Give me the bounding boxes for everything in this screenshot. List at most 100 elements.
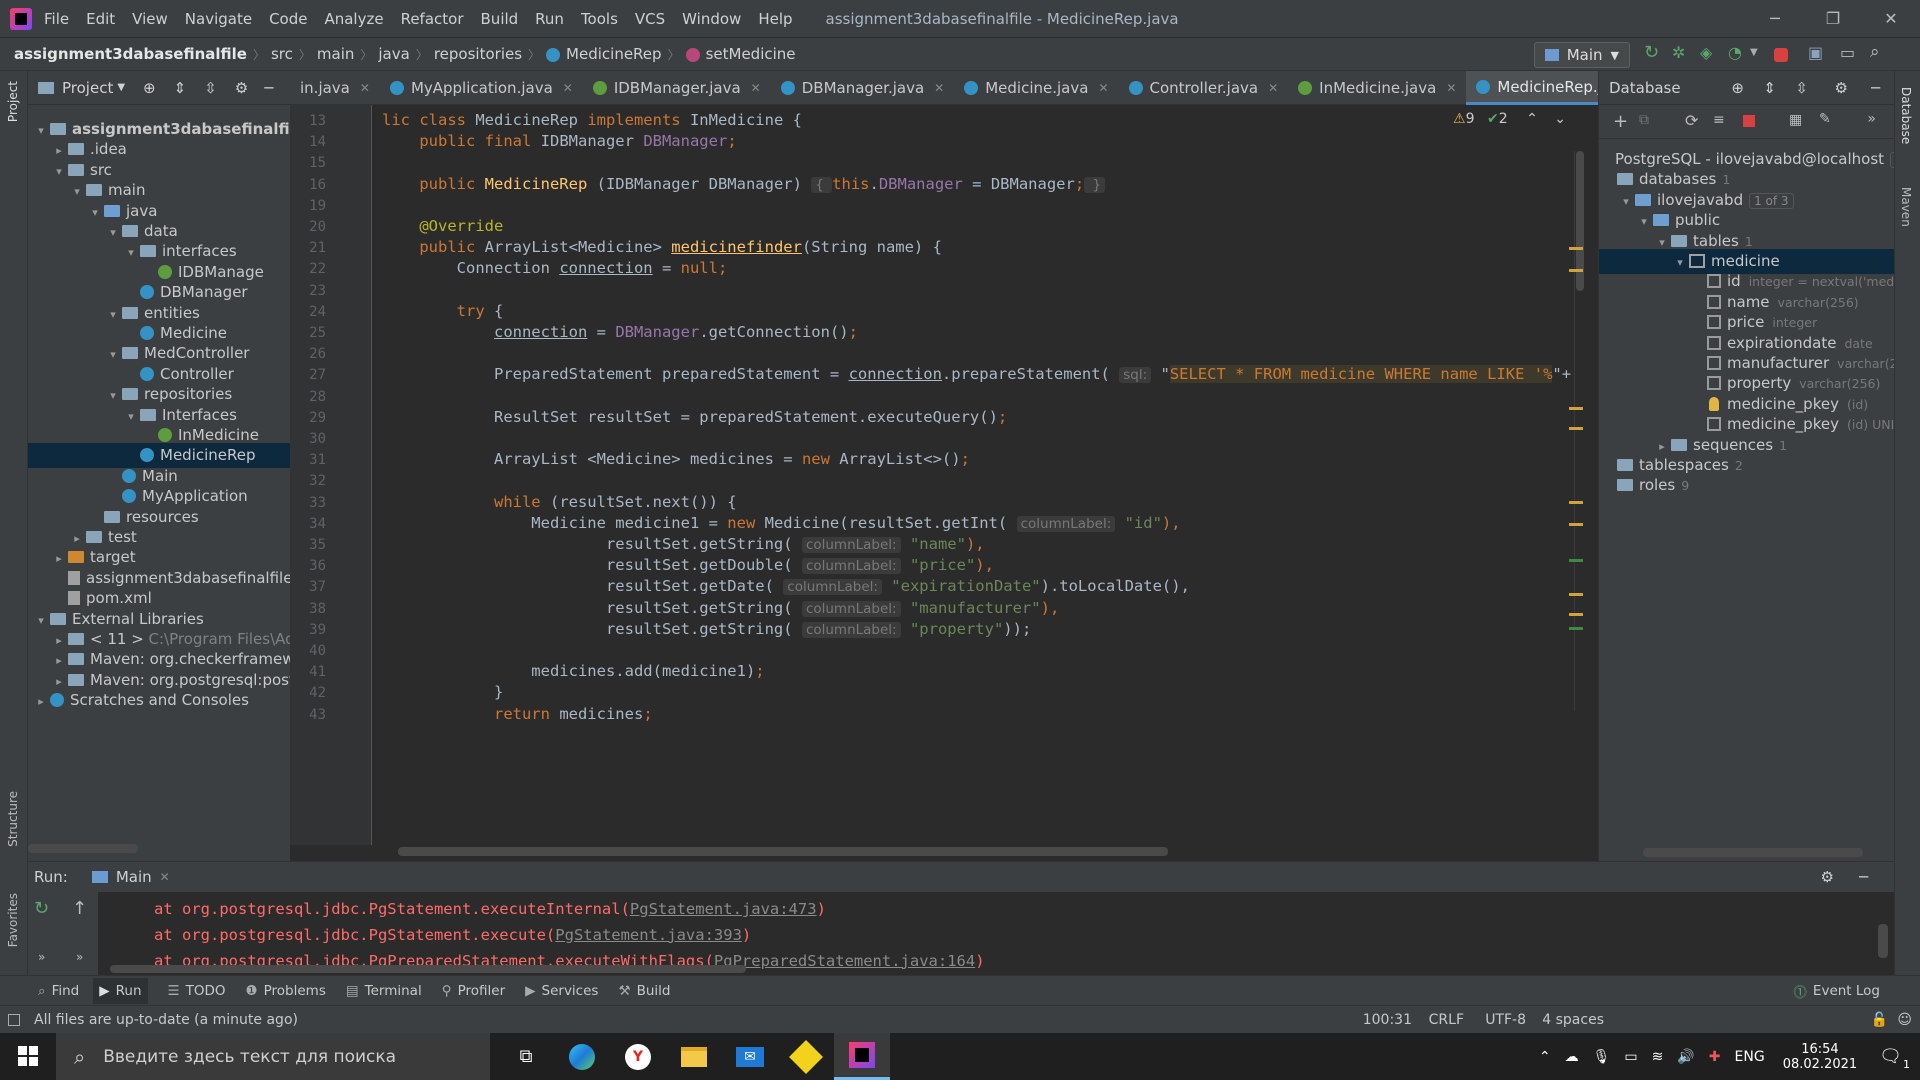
- problems-tool[interactable]: ❶ Problems: [246, 983, 326, 999]
- todo-tool[interactable]: ☰ TODO: [168, 983, 226, 999]
- debug-icon[interactable]: ✲: [1672, 43, 1692, 63]
- expand-all-icon[interactable]: ⇕: [174, 79, 187, 97]
- editor-tab[interactable]: Controller.java ✕: [1119, 71, 1289, 105]
- yandex-browser-icon[interactable]: Y: [610, 1033, 666, 1080]
- inspection-widget[interactable]: ⚠9 ✔2 ⌃ ⌄: [1453, 111, 1566, 127]
- close-tab-icon[interactable]: ✕: [1268, 81, 1278, 95]
- code-line[interactable]: Connection connection = null;: [382, 259, 728, 277]
- task-view-icon[interactable]: ⧉: [498, 1033, 554, 1080]
- ide-layout-icon[interactable]: ▭: [1840, 43, 1860, 63]
- rerun-icon[interactable]: ↻: [1644, 42, 1664, 63]
- run-tab-main[interactable]: Main: [116, 868, 152, 886]
- copy-icon[interactable]: ⧉: [1639, 112, 1649, 128]
- error-stripe-mark[interactable]: [1569, 427, 1583, 430]
- code-line[interactable]: resultSet.getString( columnLabel: "name"…: [382, 535, 985, 553]
- mail-icon[interactable]: ✉: [722, 1033, 778, 1080]
- close-icon[interactable]: ✕: [1862, 9, 1920, 28]
- terminal-tool[interactable]: ▤ Terminal: [346, 983, 422, 999]
- more-run-icon[interactable]: ▼: [1750, 47, 1760, 67]
- collapse-all-icon[interactable]: ⇳: [204, 79, 217, 97]
- taskbar-search-input[interactable]: ⌕ Введите здесь текст для поиска: [56, 1033, 490, 1080]
- search-icon[interactable]: ⌕: [1870, 42, 1890, 62]
- error-stripe-mark[interactable]: [1569, 627, 1583, 630]
- code-line[interactable]: lic class MedicineRep implements InMedic…: [382, 111, 802, 129]
- close-tab-icon[interactable]: ✕: [563, 81, 573, 95]
- db-hscrollbar[interactable]: [1643, 848, 1863, 857]
- error-stripe-mark[interactable]: [1569, 559, 1583, 562]
- menu-refactor[interactable]: Refactor: [401, 10, 464, 28]
- editor-hscrollbar[interactable]: [398, 847, 1168, 856]
- menu-analyze[interactable]: Analyze: [324, 10, 383, 28]
- collapse-all-icon[interactable]: ⇳: [1795, 79, 1808, 97]
- code-line[interactable]: resultSet.getDate( columnLabel: "expirat…: [382, 577, 1190, 596]
- chevron-up-icon[interactable]: ⌃: [1539, 1049, 1551, 1065]
- run-vscrollbar[interactable]: [1878, 924, 1888, 958]
- code-area[interactable]: lic class MedicineRep implements InMedic…: [382, 105, 1582, 845]
- console-line[interactable]: at org.postgresql.jdbc.PgStatement.execu…: [154, 900, 826, 918]
- close-tab-icon[interactable]: ✕: [751, 81, 761, 95]
- chevron-down-icon[interactable]: ▼: [117, 82, 125, 93]
- build-tool[interactable]: ⚒ Build: [618, 983, 670, 999]
- editor-tab[interactable]: Medicine.java ✕: [954, 71, 1118, 105]
- hide-icon[interactable]: ─: [1871, 79, 1880, 97]
- code-line[interactable]: public final IDBManager DBManager;: [382, 132, 736, 150]
- run-hscrollbar[interactable]: [110, 965, 746, 973]
- tree-item[interactable]: ▸ Scratches and Consoles: [28, 688, 290, 713]
- error-stripe-mark[interactable]: [1569, 501, 1583, 504]
- toggle-tool-windows-icon[interactable]: [8, 1013, 20, 1026]
- wifi-icon[interactable]: ≋: [1652, 1049, 1664, 1065]
- close-tab-icon[interactable]: ✕: [934, 81, 944, 95]
- next-highlight-icon[interactable]: ⌄: [1554, 111, 1566, 127]
- indent-setting[interactable]: 4 spaces: [1542, 1012, 1604, 1028]
- error-stripe-mark[interactable]: [1569, 269, 1583, 272]
- menu-view[interactable]: View: [132, 10, 168, 28]
- onedrive-icon[interactable]: ☁: [1565, 1049, 1579, 1065]
- code-line[interactable]: medicines.add(medicine1);: [382, 662, 764, 680]
- breadcrumb-src[interactable]: src: [265, 45, 299, 63]
- editor-tab[interactable]: DBManager.java ✕: [771, 71, 954, 105]
- profile-icon[interactable]: ◔: [1728, 43, 1748, 63]
- menu-tools[interactable]: Tools: [581, 10, 618, 28]
- prev-highlight-icon[interactable]: ⌃: [1526, 111, 1538, 127]
- find-tool[interactable]: ⌕ Find: [38, 983, 79, 999]
- services-tool[interactable]: ▶ Services: [525, 983, 598, 999]
- menu-help[interactable]: Help: [758, 10, 792, 28]
- code-line[interactable]: Medicine medicine1 = new Medicine(result…: [382, 514, 1181, 532]
- expand-all-icon[interactable]: ⇕: [1763, 79, 1776, 97]
- menu-navigate[interactable]: Navigate: [185, 10, 252, 28]
- file-explorer-icon[interactable]: [666, 1033, 722, 1080]
- code-line[interactable]: }: [382, 683, 503, 701]
- error-stripe-mark[interactable]: [1569, 523, 1583, 526]
- add-icon[interactable]: +: [1613, 111, 1628, 132]
- editor-tab[interactable]: in.java ✕: [290, 71, 380, 105]
- inspector-icon[interactable]: ☺: [1897, 1012, 1912, 1028]
- close-tab-icon[interactable]: ✕: [360, 81, 370, 95]
- lock-icon[interactable]: 🔓: [1871, 1012, 1888, 1028]
- windows-start-icon[interactable]: [18, 1046, 38, 1066]
- hide-icon[interactable]: ─: [1859, 868, 1868, 886]
- up-arrow-icon[interactable]: ↑: [72, 898, 87, 919]
- code-line[interactable]: public ArrayList<Medicine> medicinefinde…: [382, 238, 942, 256]
- breadcrumb-java[interactable]: java: [372, 45, 415, 63]
- run-config-dropdown[interactable]: Main ▼: [1533, 42, 1630, 68]
- more-icon-2[interactable]: »: [76, 950, 83, 964]
- code-line[interactable]: connection = DBManager.getConnection();: [382, 323, 858, 341]
- minimize-icon[interactable]: ─: [1746, 9, 1804, 28]
- stop-icon[interactable]: [1774, 48, 1788, 62]
- file-encoding[interactable]: UTF-8: [1485, 1012, 1526, 1028]
- breadcrumb-class[interactable]: MedicineRep: [540, 45, 668, 63]
- code-line[interactable]: resultSet.getDouble( columnLabel: "price…: [382, 556, 994, 575]
- code-line[interactable]: resultSet.getString( columnLabel: "manuf…: [382, 599, 1059, 617]
- error-stripe-mark[interactable]: [1569, 247, 1583, 250]
- security-icon[interactable]: ✚: [1709, 1049, 1721, 1065]
- more-icon[interactable]: »: [38, 950, 45, 964]
- clock[interactable]: 16:54 08.02.2021: [1783, 1042, 1857, 1072]
- more-icon[interactable]: »: [1867, 111, 1876, 127]
- project-tool-tab[interactable]: Project: [6, 81, 20, 122]
- status-message[interactable]: All files are up-to-date (a minute ago): [34, 1012, 298, 1028]
- close-tab-icon[interactable]: ✕: [1446, 81, 1456, 95]
- gear-icon[interactable]: ⚙: [1821, 868, 1834, 886]
- code-line[interactable]: ArrayList <Medicine> medicines = new Arr…: [382, 450, 970, 468]
- language-indicator[interactable]: ENG: [1735, 1049, 1765, 1065]
- editor-tab[interactable]: MyApplication.java ✕: [380, 71, 583, 105]
